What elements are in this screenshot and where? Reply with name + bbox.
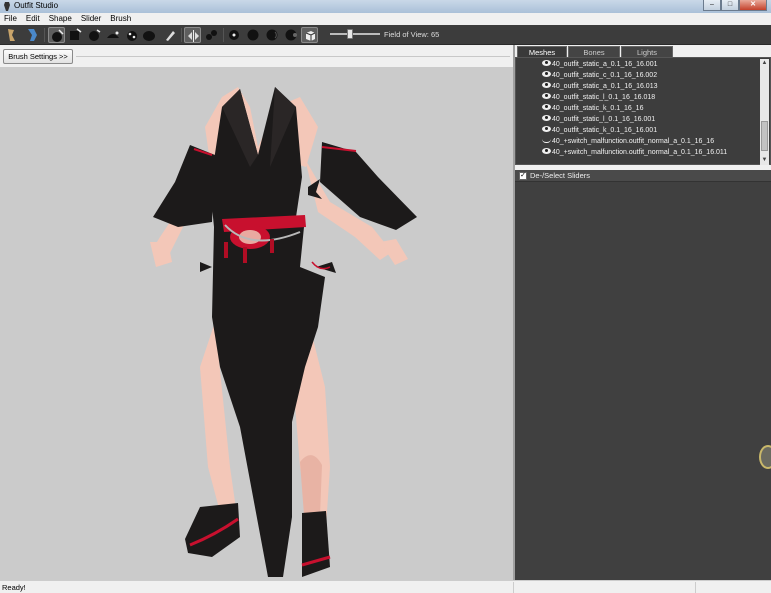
status-text: Ready!: [2, 583, 26, 592]
menu-bar: File Edit Shape Slider Brush: [0, 13, 771, 25]
deselect-sliders-checkbox[interactable]: ✓: [519, 172, 527, 180]
right-panel: Meshes Bones Lights 40_outfit_static_a_0…: [515, 45, 771, 580]
transform-tool-icon: [28, 29, 37, 41]
light-view-button[interactable]: [264, 27, 281, 43]
mesh-item[interactable]: 40_outfit_static_k_0.1_16_16.001: [542, 125, 657, 136]
scroll-up-icon[interactable]: ▲: [760, 59, 769, 68]
mesh-name: 40_+switch_malfunction.outfit_normal_a_0…: [552, 138, 715, 145]
eye-icon[interactable]: [542, 93, 551, 99]
window-title: Outfit Studio: [14, 1, 59, 10]
menu-shape[interactable]: Shape: [49, 13, 72, 25]
vertex-view-button[interactable]: [226, 27, 243, 43]
tab-meshes[interactable]: Meshes: [517, 46, 567, 57]
scroll-down-icon[interactable]: ▼: [760, 156, 769, 165]
select-tool-button[interactable]: [3, 27, 20, 43]
mesh-name: 40_outfit_static_l_0.1_16_16.018: [552, 94, 656, 101]
eye-icon[interactable]: [542, 71, 551, 77]
smooth-brush-button[interactable]: [105, 27, 122, 43]
eye-closed-icon[interactable]: [542, 139, 551, 143]
connected-toggle-button[interactable]: [203, 27, 220, 43]
mirror-toggle-button[interactable]: [184, 27, 201, 43]
mirror-icon: [188, 30, 199, 42]
deflate-brush-icon: [70, 28, 82, 40]
mesh-list-scrollbar[interactable]: ▲ ▼: [760, 59, 769, 165]
status-bar: Ready!: [0, 580, 771, 593]
vertex-view-icon: [229, 30, 239, 40]
deselect-sliders-label: De-/Select Sliders: [530, 171, 591, 180]
texture-view-button[interactable]: [283, 27, 300, 43]
3d-viewport[interactable]: [0, 67, 513, 580]
wireframe-view-icon: [247, 29, 259, 41]
mesh-list: 40_outfit_static_a_0.1_16_16.001 40_outf…: [515, 57, 771, 165]
panel-tabs: Meshes Bones Lights: [515, 45, 771, 57]
outfit-model-render[interactable]: [0, 67, 513, 580]
cube-icon: [305, 31, 316, 41]
scroll-thumb[interactable]: [761, 121, 768, 151]
mesh-item[interactable]: 40_outfit_static_l_0.1_16_16.018: [542, 92, 655, 103]
inflate-brush-button[interactable]: [48, 27, 65, 43]
fov-label: Field of View: 65: [384, 30, 440, 39]
mesh-name: 40_outfit_static_c_0.1_16_16.002: [552, 72, 658, 79]
app-icon: [4, 2, 10, 11]
divider: [76, 56, 510, 57]
menu-brush[interactable]: Brush: [110, 13, 131, 25]
color-brush-button[interactable]: [162, 27, 179, 43]
connected-icon: [206, 30, 217, 40]
title-bar: Outfit Studio – □ ✕: [0, 0, 771, 13]
panel-drag-handle[interactable]: [759, 445, 771, 469]
mesh-name: 40_outfit_static_k_0.1_16_16: [552, 105, 644, 112]
mesh-name: 40_outfit_static_a_0.1_16_16.001: [552, 61, 658, 68]
fov-slider-track[interactable]: [330, 33, 380, 35]
minimize-button[interactable]: –: [703, 0, 721, 11]
slider-header: ✓ De-/Select Sliders: [515, 170, 771, 182]
eye-icon[interactable]: [542, 82, 551, 88]
eye-icon[interactable]: [542, 60, 551, 66]
move-brush-icon: [89, 29, 101, 41]
mesh-item[interactable]: 40_+switch_malfunction.outfit_normal_a_0…: [542, 136, 714, 147]
tab-lights[interactable]: Lights: [621, 46, 673, 57]
maximize-button[interactable]: □: [721, 0, 739, 11]
mesh-name: 40_outfit_static_k_0.1_16_16.001: [552, 127, 658, 134]
brush-settings-bar: Brush Settings >>: [0, 46, 513, 67]
mesh-name: 40_+switch_malfunction.outfit_normal_a_0…: [552, 149, 728, 156]
eye-icon[interactable]: [542, 115, 551, 121]
smooth-brush-icon: [107, 31, 119, 38]
menu-edit[interactable]: Edit: [26, 13, 40, 25]
slider-list: [515, 182, 771, 580]
inflate-brush-icon: [52, 29, 64, 42]
eye-icon[interactable]: [542, 148, 551, 154]
mesh-item[interactable]: 40_outfit_static_k_0.1_16_16: [542, 103, 643, 114]
move-brush-button[interactable]: [86, 27, 103, 43]
front-view-button[interactable]: [301, 27, 318, 43]
color-brush-icon: [166, 31, 175, 41]
brush-settings-button[interactable]: Brush Settings >>: [3, 49, 73, 64]
tab-bones[interactable]: Bones: [568, 46, 620, 57]
fov-slider-thumb[interactable]: [347, 29, 353, 39]
wireframe-view-button[interactable]: [245, 27, 262, 43]
mesh-name: 40_outfit_static_a_0.1_16_16.013: [552, 83, 658, 90]
mesh-item[interactable]: 40_outfit_static_c_0.1_16_16.002: [542, 70, 657, 81]
deflate-brush-button[interactable]: [67, 27, 84, 43]
texture-view-icon: [285, 29, 297, 41]
menu-file[interactable]: File: [4, 13, 17, 25]
weight-brush-button[interactable]: [141, 27, 158, 43]
eye-icon[interactable]: [542, 126, 551, 132]
mask-brush-icon: [127, 31, 137, 41]
close-button[interactable]: ✕: [739, 0, 767, 11]
transform-tool-button[interactable]: [24, 27, 41, 43]
mesh-item[interactable]: 40_outfit_static_a_0.1_16_16.001: [542, 59, 657, 70]
select-tool-icon: [8, 29, 15, 41]
eye-icon[interactable]: [542, 104, 551, 110]
weight-brush-icon: [143, 31, 155, 41]
light-view-icon: [266, 29, 278, 41]
mesh-item[interactable]: 40_+switch_malfunction.outfit_normal_a_0…: [542, 147, 727, 158]
mesh-item[interactable]: 40_outfit_static_a_0.1_16_16.013: [542, 81, 657, 92]
mask-brush-button[interactable]: [124, 27, 141, 43]
menu-slider[interactable]: Slider: [81, 13, 101, 25]
mesh-item[interactable]: 40_outfit_static_l_0.1_16_16.001: [542, 114, 655, 125]
mesh-name: 40_outfit_static_l_0.1_16_16.001: [552, 116, 656, 123]
